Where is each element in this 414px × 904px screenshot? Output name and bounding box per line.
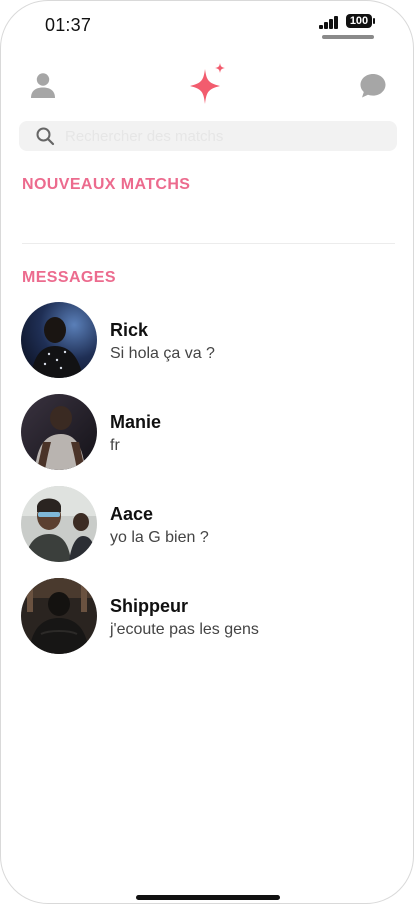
chat-bubble-icon[interactable] — [359, 72, 387, 100]
conversation-preview: Si hola ça va ? — [110, 345, 215, 362]
battery-icon: 100 — [346, 14, 375, 28]
avatar[interactable] — [21, 394, 97, 470]
avatar[interactable] — [21, 486, 97, 562]
status-indicator-bar — [322, 35, 374, 39]
conversation-name: Manie — [110, 412, 162, 432]
profile-icon[interactable] — [29, 71, 57, 99]
avatar[interactable] — [21, 578, 97, 654]
avatar[interactable] — [21, 302, 97, 378]
conversation-item[interactable]: Aace yo la G bien ? — [1, 486, 413, 578]
conversation-name: Shippeur — [110, 596, 189, 616]
search-icon — [36, 127, 55, 146]
search-input[interactable] — [63, 126, 387, 146]
conversation-item[interactable]: Rick Si hola ça va ? — [1, 302, 413, 394]
conversation-name: Rick — [110, 320, 149, 340]
new-matches-heading: NOUVEAUX MATCHS — [22, 176, 191, 193]
conversation-item[interactable]: Shippeur j'ecoute pas les gens — [1, 578, 413, 670]
conversation-preview: j'ecoute pas les gens — [110, 621, 259, 638]
conversation-name: Aace — [110, 504, 154, 524]
signal-icon — [319, 16, 341, 29]
conversation-preview: fr — [110, 437, 120, 454]
status-time: 01:37 — [45, 15, 92, 35]
conversation-preview: yo la G bien ? — [110, 529, 209, 546]
battery-level: 100 — [349, 15, 369, 27]
home-indicator[interactable] — [136, 895, 280, 900]
phone-frame: 01:37 100 NOUVEAUX MATCHS MESSAGES — [0, 0, 414, 904]
messages-heading: MESSAGES — [22, 269, 116, 286]
conversation-list: Rick Si hola ça va ? Manie fr Aace yo la… — [1, 302, 413, 670]
search-bar[interactable] — [19, 121, 397, 151]
sparkle-logo-icon[interactable] — [187, 63, 227, 105]
section-divider — [22, 243, 395, 244]
conversation-item[interactable]: Manie fr — [1, 394, 413, 486]
